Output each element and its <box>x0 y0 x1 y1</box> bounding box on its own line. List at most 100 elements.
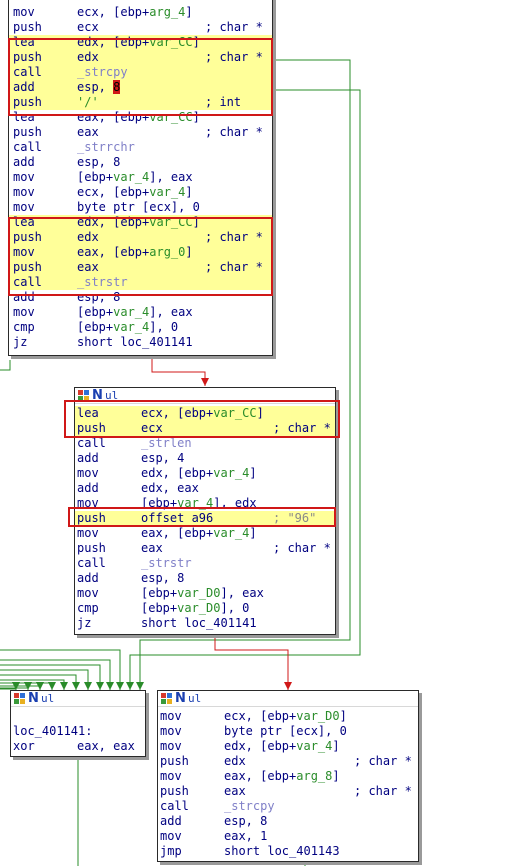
asm-line[interactable]: mov edx, [ebp+var_4] <box>75 466 335 481</box>
comment: ; char * <box>273 541 331 555</box>
operand: short loc_401141 <box>141 616 257 630</box>
operand: eax <box>77 125 99 139</box>
function-ref: _strcpy <box>224 799 275 813</box>
mnemonic: mov <box>160 724 182 738</box>
asm-line[interactable]: call _strrchr <box>9 140 272 155</box>
operand: [ebp+var_4], 0 <box>77 320 179 334</box>
operand: _strlen <box>141 436 192 451</box>
asm-line[interactable]: jz short loc_401141 <box>9 335 272 350</box>
operand: edx <box>224 754 246 768</box>
operand: ecx, [ebp+arg_4] <box>77 5 193 19</box>
asm-line[interactable]: add esp, 8 <box>9 155 272 170</box>
asm-line[interactable]: mov edx, [ebp+var_4] <box>158 739 418 754</box>
mnemonic: mov <box>13 305 35 319</box>
asm-line[interactable]: mov [ebp+var_D0], eax <box>75 586 335 601</box>
graph-node-icon <box>14 693 25 704</box>
asm-line[interactable]: mov eax, 1 <box>158 829 418 844</box>
comment: ; char * <box>205 20 263 34</box>
comment: ; char * <box>354 784 412 798</box>
mnemonic: push <box>13 125 42 139</box>
asm-line[interactable]: push edx ; char * <box>158 754 418 769</box>
operand: eax, [ebp+var_4] <box>141 526 257 540</box>
operand: [ebp+var_D0], eax <box>141 586 264 600</box>
operand: ecx, [ebp+var_D0] <box>224 709 347 723</box>
mnemonic: mov <box>77 466 99 480</box>
asm-line[interactable]: cmp [ebp+var_4], 0 <box>9 320 272 335</box>
operand: eax, [ebp+arg_8] <box>224 769 340 783</box>
node-suffix: ul <box>41 692 55 705</box>
mnemonic: jz <box>13 335 28 349</box>
mnemonic: cmp <box>77 601 99 615</box>
asm-line[interactable]: jz short loc_401141 <box>75 616 335 631</box>
mnemonic: mov <box>160 829 182 843</box>
asm-line[interactable]: mov [ebp+var_4], eax <box>9 305 272 320</box>
asm-line[interactable]: call _strlen <box>75 436 335 451</box>
asm-line[interactable]: jmp short loc_401143 <box>158 844 418 859</box>
asm-line[interactable]: push eax ; char * <box>75 541 335 556</box>
operand: eax <box>141 541 163 555</box>
asm-line[interactable]: xor eax, eax <box>11 739 145 754</box>
node-letter: N <box>28 691 39 706</box>
asm-line[interactable]: mov ecx, [ebp+var_4] <box>9 185 272 200</box>
mnemonic: call <box>77 556 106 570</box>
mnemonic: mov <box>13 185 35 199</box>
asm-line[interactable]: add esp, 4 <box>75 451 335 466</box>
mnemonic: push <box>160 754 189 768</box>
mnemonic: add <box>77 481 99 495</box>
operand: esp, 8 <box>224 814 268 828</box>
highlight-box-offset-a96 <box>68 507 336 527</box>
block-c-header: N ul <box>11 691 145 707</box>
mnemonic: call <box>160 799 189 813</box>
asm-line[interactable]: mov ecx, [ebp+arg_4] <box>9 5 272 20</box>
asm-line[interactable]: mov eax, [ebp+arg_8] <box>158 769 418 784</box>
asm-line[interactable]: call _strstr <box>75 556 335 571</box>
asm-line[interactable]: mov eax, [ebp+var_4] <box>75 526 335 541</box>
block-c-label[interactable]: loc_401141: <box>13 724 92 739</box>
mnemonic: add <box>13 155 35 169</box>
operand: [ebp+var_4], eax <box>77 305 193 319</box>
mnemonic: call <box>13 140 42 154</box>
operand: eax <box>224 784 246 798</box>
mnemonic: add <box>160 814 182 828</box>
mnemonic: push <box>13 20 42 34</box>
mnemonic: jz <box>77 616 92 630</box>
asm-line[interactable]: add esp, 8 <box>75 571 335 586</box>
operand: _strcpy <box>224 799 275 814</box>
mnemonic: call <box>77 436 106 450</box>
operand: short loc_401143 <box>224 844 340 858</box>
asm-line[interactable]: mov [ebp+var_4], eax <box>9 170 272 185</box>
asm-line[interactable]: add esp, 8 <box>158 814 418 829</box>
code-block-c[interactable]: N ul loc_401141: xor eax, eax <box>10 690 146 757</box>
mnemonic: mov <box>13 200 35 214</box>
asm-line[interactable]: push eax ; char * <box>9 125 272 140</box>
operand: eax, 1 <box>224 829 268 843</box>
asm-line[interactable]: mov byte ptr [ecx], 0 <box>158 724 418 739</box>
function-ref: _strstr <box>141 556 192 570</box>
asm-line[interactable]: add edx, eax <box>75 481 335 496</box>
operand: short loc_401141 <box>77 335 193 349</box>
function-ref: _strlen <box>141 436 192 450</box>
highlight-box-strcpy-group <box>8 38 273 116</box>
asm-line[interactable]: call _strcpy <box>158 799 418 814</box>
mnemonic: push <box>77 541 106 555</box>
mnemonic: mov <box>160 739 182 753</box>
asm-line[interactable]: push ecx ; char * <box>9 20 272 35</box>
operand: byte ptr [ecx], 0 <box>77 200 200 214</box>
operand: ecx <box>77 20 99 34</box>
operand: eax, eax <box>77 739 135 753</box>
asm-line[interactable]: push eax ; char * <box>158 784 418 799</box>
asm-line[interactable]: mov byte ptr [ecx], 0 <box>9 200 272 215</box>
asm-line[interactable]: mov ecx, [ebp+var_D0] <box>158 709 418 724</box>
code-block-d[interactable]: N ul mov ecx, [ebp+var_D0] mov byte ptr [ec… <box>157 690 419 862</box>
mnemonic: mov <box>77 526 99 540</box>
asm-line[interactable]: cmp [ebp+var_D0], 0 <box>75 601 335 616</box>
operand: esp, 4 <box>141 451 185 465</box>
mnemonic: cmp <box>13 320 35 334</box>
mnemonic: mov <box>77 586 99 600</box>
operand: [ebp+var_4], eax <box>77 170 193 184</box>
operand: edx, eax <box>141 481 199 495</box>
mnemonic: mov <box>13 5 35 19</box>
operand: [ebp+var_D0], 0 <box>141 601 250 615</box>
operand: _strstr <box>141 556 192 571</box>
comment: ; char * <box>354 754 412 768</box>
